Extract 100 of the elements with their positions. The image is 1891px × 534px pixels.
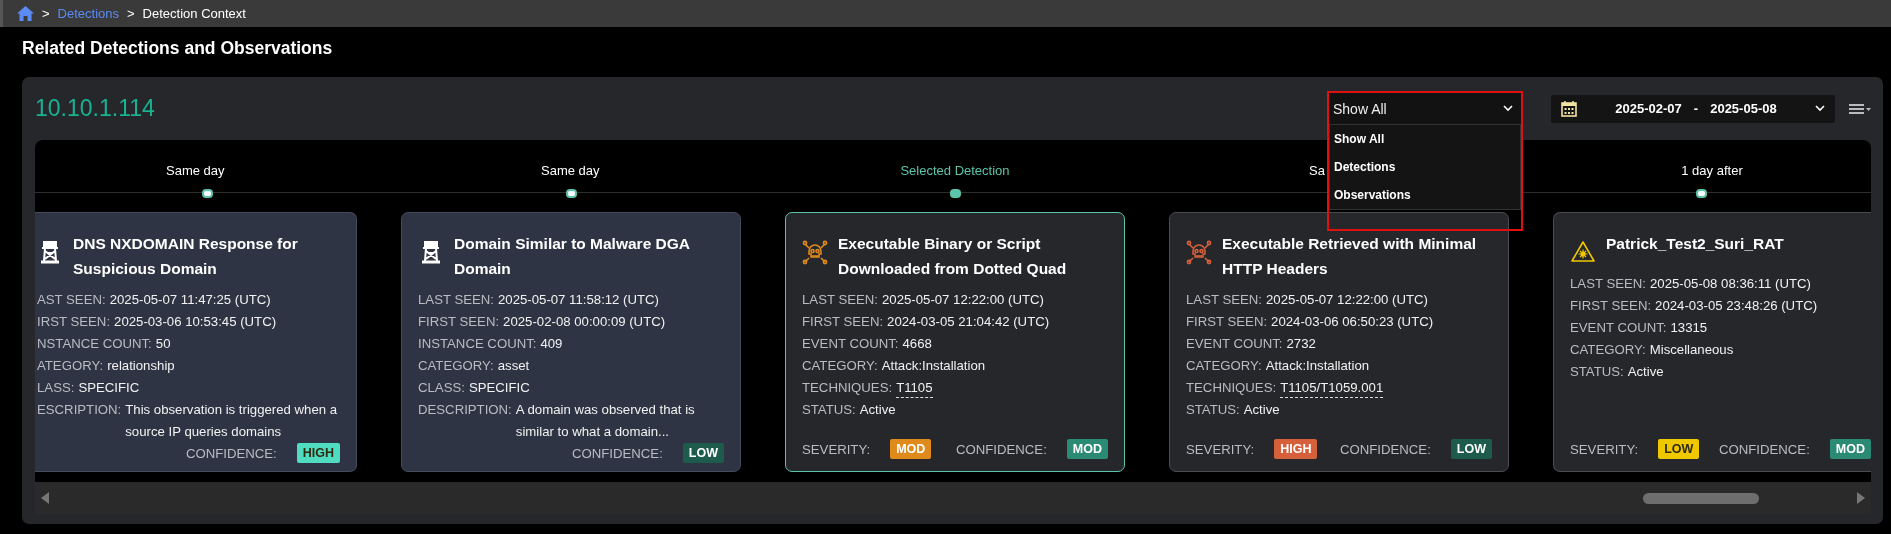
confidence-label: CONFIDENCE: bbox=[571, 445, 663, 461]
field-value: 2025-05-07 11:58:12 (UTC) bbox=[498, 291, 659, 309]
field-label: EVENT COUNT: bbox=[1570, 319, 1667, 337]
confidence-label: CONFIDENCE: bbox=[1718, 441, 1810, 457]
technique-link[interactable]: T1105/T1059.001 bbox=[1280, 379, 1384, 398]
field-label: LASS: bbox=[37, 379, 75, 397]
field-label: FIRST SEEN: bbox=[1186, 313, 1268, 331]
detection-card[interactable] bbox=[401, 212, 741, 472]
field-value: SPECIFIC bbox=[468, 379, 530, 397]
detection-card[interactable] bbox=[35, 212, 357, 472]
confidence-label: CONFIDENCE: bbox=[1339, 441, 1431, 457]
end-date: 2025-05-08 bbox=[1710, 101, 1777, 116]
menu-icon[interactable] bbox=[1849, 102, 1871, 115]
field-label: STATUS: bbox=[1570, 363, 1624, 381]
home-icon[interactable] bbox=[17, 6, 34, 21]
breadcrumb-link[interactable]: Detections bbox=[57, 6, 119, 21]
field-label: CATEGORY: bbox=[1186, 357, 1262, 375]
severity-label: SEVERITY: bbox=[1570, 441, 1639, 457]
field-value: 50 bbox=[155, 335, 171, 353]
detection-card[interactable]: Patrick_Test2_Suri_RAT LAST SEEN: 2025-05-08 08:36:11 (UTC) FIRST SEEN: 2024-03-05 23:48:26 (UTC) EVENT COUNT: 13315 CATEGORY: Miscellaneous STATUS: Active SEVERITY: LOW CONFIDENCE: MOD bbox=[1553, 212, 1871, 472]
date-separator: - bbox=[1693, 101, 1699, 116]
card-title: Domain Similar to Malware DGA Domain bbox=[454, 234, 691, 279]
field-label: FIRST SEEN: bbox=[802, 313, 884, 331]
severity-label: SEVERITY: bbox=[1186, 441, 1255, 457]
detection-card[interactable] bbox=[785, 212, 1125, 472]
skull-icon bbox=[802, 239, 828, 265]
field-value: A domain was observed that is similar to what a domain... bbox=[515, 401, 696, 441]
field-value: This observation is triggered when a source IP queries domains bbox=[125, 401, 339, 441]
field-label: IRST SEEN: bbox=[37, 313, 111, 331]
field-value: 2025-05-07 11:47:25 (UTC) bbox=[109, 291, 271, 309]
chevron-down-icon bbox=[1815, 105, 1825, 112]
field-value: Active bbox=[859, 401, 896, 419]
confidence-badge: HIGH bbox=[296, 443, 340, 463]
field-value: 2024-03-05 23:48:26 (UTC) bbox=[1655, 297, 1818, 315]
field-value: 2025-03-06 10:53:45 (UTC) bbox=[114, 313, 277, 331]
confidence-badge: LOW bbox=[682, 443, 724, 463]
card-title: Executable Retrieved with Minimal HTTP Headers bbox=[1222, 234, 1478, 279]
chevron-down-icon bbox=[1503, 105, 1513, 112]
skull-icon bbox=[1186, 239, 1212, 265]
field-value: Attack:Installation bbox=[881, 357, 986, 375]
field-value: SPECIFIC bbox=[78, 379, 140, 397]
field-value: relationship bbox=[107, 357, 175, 375]
field-label: NSTANCE COUNT: bbox=[37, 335, 152, 353]
technique-link[interactable]: T1105 bbox=[896, 379, 933, 398]
breadcrumb-current: Detection Context bbox=[142, 6, 246, 21]
field-label: LAST SEEN: bbox=[1186, 291, 1262, 309]
field-value: 2025-05-07 12:22:00 (UTC) bbox=[882, 291, 1044, 309]
breadcrumb-separator: > bbox=[127, 6, 135, 21]
field-value: Attack:Installation bbox=[1265, 357, 1370, 375]
field-label: LAST SEEN: bbox=[418, 291, 494, 309]
filter-dropdown[interactable]: Show All bbox=[1329, 93, 1521, 124]
dropdown-option[interactable]: Detections bbox=[1330, 153, 1520, 181]
field-label: CATEGORY: bbox=[418, 357, 494, 375]
timeline-label: Same day bbox=[541, 163, 600, 178]
field-label: FIRST SEEN: bbox=[1570, 297, 1652, 315]
timeline-label: Selected Detection bbox=[900, 163, 1010, 178]
field-label: CLASS: bbox=[418, 379, 465, 397]
confidence-badge: MOD bbox=[1066, 439, 1108, 459]
field-label: CATEGORY: bbox=[1570, 341, 1646, 359]
card-title: DNS NXDOMAIN Response for Suspicious Domain bbox=[73, 234, 299, 279]
scrollbar-thumb[interactable] bbox=[1643, 492, 1759, 504]
severity-label: SEVERITY: bbox=[802, 441, 871, 457]
field-label: LAST SEEN: bbox=[1570, 275, 1646, 293]
scroll-right-arrow-icon[interactable] bbox=[1857, 492, 1865, 504]
dropdown-option[interactable]: Show All bbox=[1330, 125, 1520, 153]
detection-card[interactable] bbox=[1169, 212, 1509, 472]
field-label: FIRST SEEN: bbox=[418, 313, 500, 331]
field-label: STATUS: bbox=[1186, 401, 1240, 419]
card-title: Executable Binary or Script Downloaded from Dotted Quad bbox=[838, 234, 1068, 279]
field-label: AST SEEN: bbox=[37, 291, 106, 309]
field-label: INSTANCE COUNT: bbox=[418, 335, 537, 353]
field-label: DESCRIPTION: bbox=[418, 401, 512, 419]
field-label: EVENT COUNT: bbox=[1186, 335, 1283, 353]
timeline-label: Same day bbox=[166, 163, 225, 178]
field-value: 2024-03-05 21:04:42 (UTC) bbox=[887, 313, 1050, 331]
field-value: 2025-05-07 12:22:00 (UTC) bbox=[1266, 291, 1428, 309]
confidence-label: CONFIDENCE: bbox=[955, 441, 1047, 457]
field-value: 2024-03-06 06:50:23 (UTC) bbox=[1271, 313, 1434, 331]
severity-badge: HIGH bbox=[1274, 439, 1318, 459]
confidence-badge: MOD bbox=[1829, 439, 1871, 459]
field-label: TECHNIQUES: bbox=[1186, 379, 1277, 397]
timeline-label: 1 day after bbox=[1681, 163, 1743, 178]
field-value: 409 bbox=[540, 335, 563, 353]
calendar-icon bbox=[1561, 100, 1577, 117]
date-range-picker[interactable]: 2025-02-07 - 2025-05-08 bbox=[1551, 94, 1835, 123]
host-address: 10.10.1.114 bbox=[35, 95, 156, 122]
horizontal-scrollbar[interactable] bbox=[35, 482, 1871, 514]
field-label: ATEGORY: bbox=[37, 357, 104, 375]
field-label: ESCRIPTION: bbox=[37, 401, 122, 419]
field-value: 4668 bbox=[902, 335, 932, 353]
field-label: LAST SEEN: bbox=[802, 291, 878, 309]
confidence-label: CONFIDENCE: bbox=[185, 445, 277, 461]
scroll-left-arrow-icon[interactable] bbox=[41, 492, 49, 504]
confidence-badge: LOW bbox=[1450, 439, 1492, 459]
field-value: Active bbox=[1243, 401, 1280, 419]
dropdown-option[interactable]: Observations bbox=[1330, 181, 1520, 209]
severity-badge: LOW bbox=[1658, 439, 1700, 459]
field-value: 13315 bbox=[1670, 319, 1708, 337]
field-value: Miscellaneous bbox=[1649, 341, 1734, 359]
field-label: EVENT COUNT: bbox=[802, 335, 899, 353]
